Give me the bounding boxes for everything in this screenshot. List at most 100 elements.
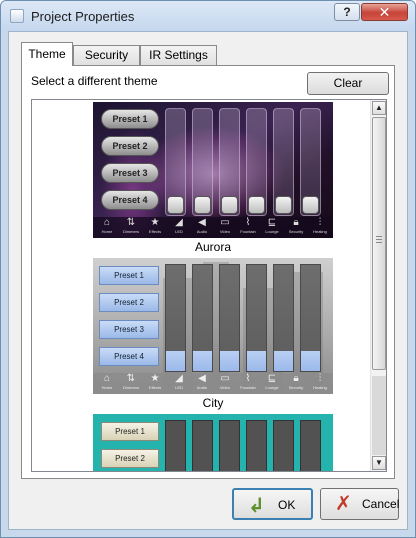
heating-icon: ⫶ bbox=[318, 217, 322, 228]
fader bbox=[273, 108, 294, 216]
icon-bar-label: Home bbox=[101, 385, 113, 390]
preset-button: Preset 2 bbox=[101, 136, 159, 156]
dialog-client-area: Theme Security IR Settings Select a diff… bbox=[8, 31, 408, 530]
lounge-icon: ⊑ bbox=[267, 373, 277, 384]
help-button[interactable]: ? bbox=[334, 3, 360, 21]
fader bbox=[246, 264, 267, 372]
fountain-icon: ⌇ bbox=[245, 373, 251, 384]
theme-preview-city: Preset 1 Preset 2 Preset 3 Preset 4 ⌂ Hom… bbox=[93, 258, 333, 394]
theme-item-teal[interactable]: Preset 1 Preset 2 bbox=[93, 414, 333, 471]
grip-line bbox=[376, 236, 382, 237]
icon-bar-label: Dimmers bbox=[123, 385, 139, 390]
effects-icon: ★ bbox=[150, 373, 160, 384]
tab-ir-settings[interactable]: IR Settings bbox=[140, 45, 217, 65]
fader-knob bbox=[275, 196, 292, 214]
preset-button: Preset 3 bbox=[99, 320, 159, 339]
theme-list[interactable]: Preset 1 Preset 2 Preset 3 Preset 4 ⌂ Hom… bbox=[31, 99, 387, 472]
lounge-icon: ⊑ bbox=[267, 217, 277, 228]
title-bar[interactable]: Project Properties ? ✕ bbox=[1, 1, 415, 31]
fader bbox=[192, 108, 213, 216]
window-icon bbox=[10, 9, 24, 23]
theme-list-scrollbar[interactable]: ▲ ▼ bbox=[370, 100, 386, 471]
icon-bar-label: Lounge bbox=[265, 385, 279, 390]
fader-knob bbox=[221, 196, 238, 214]
fader bbox=[219, 108, 240, 216]
window-title: Project Properties bbox=[31, 9, 135, 24]
close-button[interactable]: ✕ bbox=[361, 3, 408, 21]
fader bbox=[219, 264, 240, 372]
fader bbox=[192, 420, 213, 471]
theme-tab-panel: Select a different theme Clear Selection… bbox=[21, 65, 395, 479]
fader bbox=[192, 264, 213, 372]
fader-knob bbox=[220, 351, 239, 371]
icon-bar-label: Heating bbox=[313, 385, 327, 390]
fader-knob bbox=[166, 351, 185, 371]
fader bbox=[300, 108, 321, 216]
grip-line bbox=[376, 242, 382, 243]
theme-name: Aurora bbox=[194, 240, 232, 254]
dimmers-icon: ⇅ bbox=[126, 373, 136, 384]
fader bbox=[165, 264, 186, 372]
icon-bar-label: Dimmers bbox=[123, 229, 139, 234]
fader-knob bbox=[194, 196, 211, 214]
effects-icon: ★ bbox=[150, 217, 160, 228]
icon-bar-label: Fountain bbox=[240, 229, 256, 234]
fader bbox=[165, 420, 186, 471]
heating-icon: ⫶ bbox=[318, 373, 322, 384]
fader-knob bbox=[193, 351, 212, 371]
fader-knob bbox=[248, 196, 265, 214]
icon-bar-label: Fountain bbox=[240, 385, 256, 390]
theme-preview-teal: Preset 1 Preset 2 bbox=[93, 414, 333, 471]
icon-bar: ⌂ Home ⇅ Dimmers ★ Effects ◢ LED ◀ Audio ▭ Vid… bbox=[93, 217, 333, 238]
fader bbox=[219, 420, 240, 471]
ok-button[interactable]: ↲ OK bbox=[232, 488, 313, 520]
preset-button: Preset 4 bbox=[99, 347, 159, 366]
fader-knob bbox=[274, 351, 293, 371]
fountain-icon: ⌇ bbox=[245, 217, 251, 228]
icon-bar-label: Effects bbox=[148, 229, 162, 234]
lock-icon: 🔒︎ bbox=[293, 217, 299, 228]
fader-knob bbox=[167, 196, 184, 214]
dimmers-icon: ⇅ bbox=[126, 217, 136, 228]
fader bbox=[300, 264, 321, 372]
cancel-label: Cancel bbox=[362, 497, 400, 511]
preset-button: Preset 3 bbox=[101, 163, 159, 183]
preset-button: Preset 2 bbox=[99, 293, 159, 312]
preset-button: Preset 2 bbox=[101, 449, 159, 468]
ok-label: OK bbox=[278, 498, 296, 512]
fader bbox=[246, 108, 267, 216]
fader bbox=[246, 420, 267, 471]
cancel-x-icon: ✗ bbox=[335, 493, 352, 515]
tab-theme[interactable]: Theme bbox=[21, 42, 73, 66]
fader bbox=[165, 108, 186, 216]
fader-knob bbox=[302, 196, 319, 214]
home-icon: ⌂ bbox=[103, 217, 111, 228]
select-theme-label: Select a different theme bbox=[31, 74, 158, 88]
icon-bar-label: Security bbox=[288, 385, 304, 390]
theme-item-aurora[interactable]: Preset 1 Preset 2 Preset 3 Preset 4 ⌂ Hom… bbox=[93, 102, 333, 254]
preset-button: Preset 1 bbox=[101, 422, 159, 441]
scrollbar-thumb[interactable] bbox=[372, 117, 386, 370]
scroll-up-arrow-icon[interactable]: ▲ bbox=[372, 101, 386, 115]
lock-icon: 🔒︎ bbox=[293, 373, 299, 384]
tab-security[interactable]: Security bbox=[73, 45, 140, 65]
icon-bar-label: Effects bbox=[148, 385, 162, 390]
clear-selection-button[interactable]: Clear Selection bbox=[307, 72, 389, 111]
scrollbar-track[interactable] bbox=[372, 376, 386, 455]
home-icon: ⌂ bbox=[103, 373, 111, 384]
icon-bar-label: Heating bbox=[313, 229, 327, 234]
icon-bar: ⌂ Home ⇅ Dimmers ★ Effects ◢ LED ◀ Audio ▭ Vid… bbox=[93, 373, 333, 394]
preset-button: Preset 4 bbox=[101, 190, 159, 210]
fader bbox=[300, 420, 321, 471]
preset-button: Preset 1 bbox=[101, 109, 159, 129]
icon-bar-label: Lounge bbox=[265, 229, 279, 234]
project-properties-window: Project Properties ? ✕ Theme Security IR… bbox=[0, 0, 416, 538]
grip-line bbox=[376, 239, 382, 240]
fader bbox=[273, 420, 294, 471]
scroll-down-arrow-icon[interactable]: ▼ bbox=[372, 456, 386, 470]
preset-button: Preset 1 bbox=[99, 266, 159, 285]
fader bbox=[273, 264, 294, 372]
check-arrow-icon: ↲ bbox=[248, 495, 265, 517]
cancel-button[interactable]: ✗ Cancel bbox=[320, 488, 399, 520]
theme-item-city[interactable]: Preset 1 Preset 2 Preset 3 Preset 4 ⌂ Hom… bbox=[93, 258, 333, 410]
